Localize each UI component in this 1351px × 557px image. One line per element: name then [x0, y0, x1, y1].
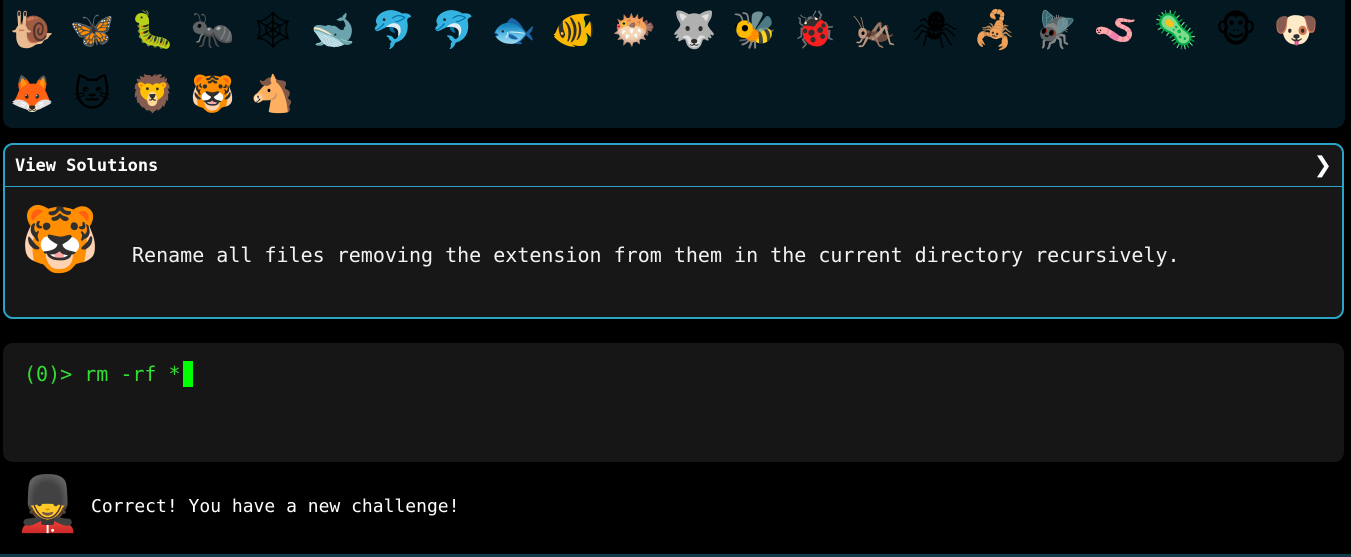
ladybug-icon[interactable]: 🐞	[789, 3, 841, 59]
terminal-prompt: (0)>	[24, 362, 85, 386]
feedback-area: 💂 Correct! You have a new challenge!	[0, 462, 1351, 557]
tiger-icon[interactable]: 🐯	[187, 67, 239, 123]
terminal-command[interactable]: rm -rf *	[84, 362, 180, 386]
scorpion-icon[interactable]: 🦂	[969, 3, 1021, 59]
dolphin-gray-icon[interactable]: 🐬	[427, 3, 479, 59]
tropical-fish-icon[interactable]: 🐠	[548, 3, 600, 59]
terminal[interactable]: (0)> rm -rf *	[3, 343, 1344, 462]
view-solutions-title: View Solutions	[15, 155, 159, 176]
solutions-panel: View Solutions ❯ 🐯 Rename all files remo…	[3, 143, 1344, 319]
caterpillar-icon[interactable]: 🐛	[126, 3, 178, 59]
blowfish-icon[interactable]: 🐡	[608, 3, 660, 59]
horse-icon[interactable]: 🐴	[247, 67, 299, 123]
feedback-message: Correct! You have a new challenge!	[91, 496, 460, 517]
view-solutions-toggle[interactable]: View Solutions ❯	[5, 145, 1342, 187]
cricket-icon[interactable]: 🦗	[849, 3, 901, 59]
bee-icon[interactable]: 🐝	[728, 3, 780, 59]
worm-icon[interactable]: 🪱	[1090, 3, 1142, 59]
terminal-input-line[interactable]: (0)> rm -rf *	[24, 361, 193, 387]
tiger-icon: 🐯	[20, 202, 100, 277]
cat-icon[interactable]: 🐱	[66, 67, 118, 123]
guard-icon: 💂	[14, 472, 82, 535]
spider-web-icon[interactable]: 🕸	[247, 3, 299, 59]
spider-icon[interactable]: 🕷	[909, 3, 961, 59]
microbe-icon[interactable]: 🦠	[1150, 3, 1202, 59]
challenge-description: Rename all files removing the extension …	[132, 243, 1180, 267]
butterfly-icon[interactable]: 🦋	[66, 3, 118, 59]
ant-icon[interactable]: 🐜	[187, 3, 239, 59]
chevron-right-icon[interactable]: ❯	[1314, 153, 1332, 178]
terminal-cursor	[182, 361, 193, 387]
snail-icon[interactable]: 🐌	[6, 3, 58, 59]
lion-icon[interactable]: 🦁	[126, 67, 178, 123]
fox-icon[interactable]: 🦊	[6, 67, 58, 123]
wolf-icon[interactable]: 🐺	[668, 3, 720, 59]
fly-icon[interactable]: 🪰	[1029, 3, 1081, 59]
emoji-bar: 🐌 🦋 🐛 🐜 🕸 🐋 🐬 🐬 🐟 🐠 🐡 🐺 🐝 🐞 🦗 🕷 🦂 🪰 🪱 🦠 🐵 🐶 🦊 🐱 🦁 🐯 🐴	[3, 0, 1345, 128]
monkey-icon[interactable]: 🐵	[1210, 3, 1262, 59]
dog-icon[interactable]: 🐶	[1270, 3, 1322, 59]
dolphin-icon[interactable]: 🐬	[367, 3, 419, 59]
whale-icon[interactable]: 🐋	[307, 3, 359, 59]
fish-icon[interactable]: 🐟	[488, 3, 540, 59]
